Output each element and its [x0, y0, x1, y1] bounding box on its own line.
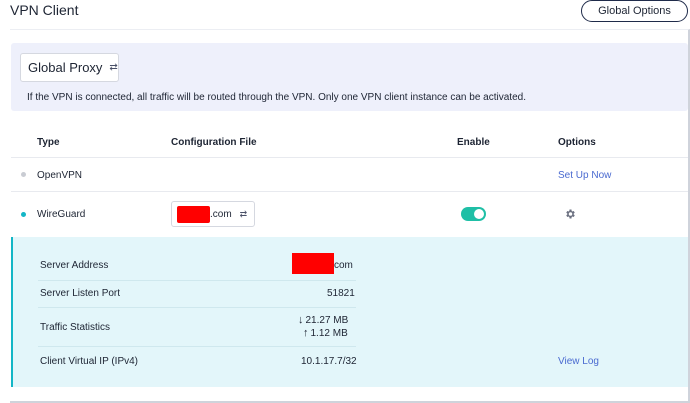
swap-arrows-icon: ⇄	[109, 62, 118, 73]
arrow-up-icon: ↑	[303, 327, 309, 339]
listen-port-value: 51821	[327, 288, 355, 299]
view-log-link[interactable]: View Log	[558, 356, 599, 367]
swap-arrows-icon: ⇄	[239, 208, 248, 219]
client-ip-value: 10.1.17.7/32	[301, 356, 357, 367]
listen-port-label: Server Listen Port	[40, 288, 121, 299]
divider	[11, 191, 688, 192]
proxy-mode-select[interactable]: Global Proxy ⇄	[20, 53, 119, 82]
traffic-download-value: 21.27 MB	[305, 315, 349, 326]
column-header-options: Options	[558, 137, 596, 148]
config-file-select[interactable]: .com ⇄	[171, 201, 255, 227]
traffic-statistics-label: Traffic Statistics	[40, 322, 111, 333]
proxy-mode-note: If the VPN is connected, all traffic wil…	[27, 92, 526, 103]
arrow-down-icon: ↓	[298, 314, 304, 326]
server-address-label: Server Address	[40, 260, 109, 271]
divider	[11, 157, 688, 158]
proxy-mode-value: Global Proxy	[28, 60, 103, 75]
server-address-value: com	[334, 260, 353, 271]
divider	[38, 307, 356, 308]
enable-toggle[interactable]	[461, 207, 486, 221]
global-options-button[interactable]: Global Options	[581, 0, 688, 22]
toggle-knob	[474, 209, 484, 219]
redacted-block	[177, 205, 210, 223]
traffic-upload-value: 1.12 MB	[310, 328, 348, 339]
config-file-suffix: .com	[210, 208, 232, 220]
set-up-now-link[interactable]: Set Up Now	[558, 170, 611, 181]
row-type-wireguard: WireGuard	[37, 209, 86, 220]
status-dot-inactive	[21, 172, 26, 177]
column-header-type: Type	[37, 137, 60, 148]
divider	[38, 280, 356, 281]
column-header-enable: Enable	[457, 137, 490, 148]
page-title: VPN Client	[10, 2, 79, 18]
client-ip-label: Client Virtual IP (IPv4)	[40, 356, 139, 367]
divider	[38, 346, 356, 347]
gear-icon[interactable]	[564, 208, 576, 220]
redacted-block	[292, 253, 334, 274]
status-dot-active	[21, 212, 26, 217]
traffic-upload: ↑ 1.12 MB	[303, 327, 348, 339]
column-header-config: Configuration File	[171, 137, 257, 148]
row-type-openvpn: OpenVPN	[37, 170, 83, 181]
traffic-download: ↓ 21.27 MB	[298, 314, 348, 326]
